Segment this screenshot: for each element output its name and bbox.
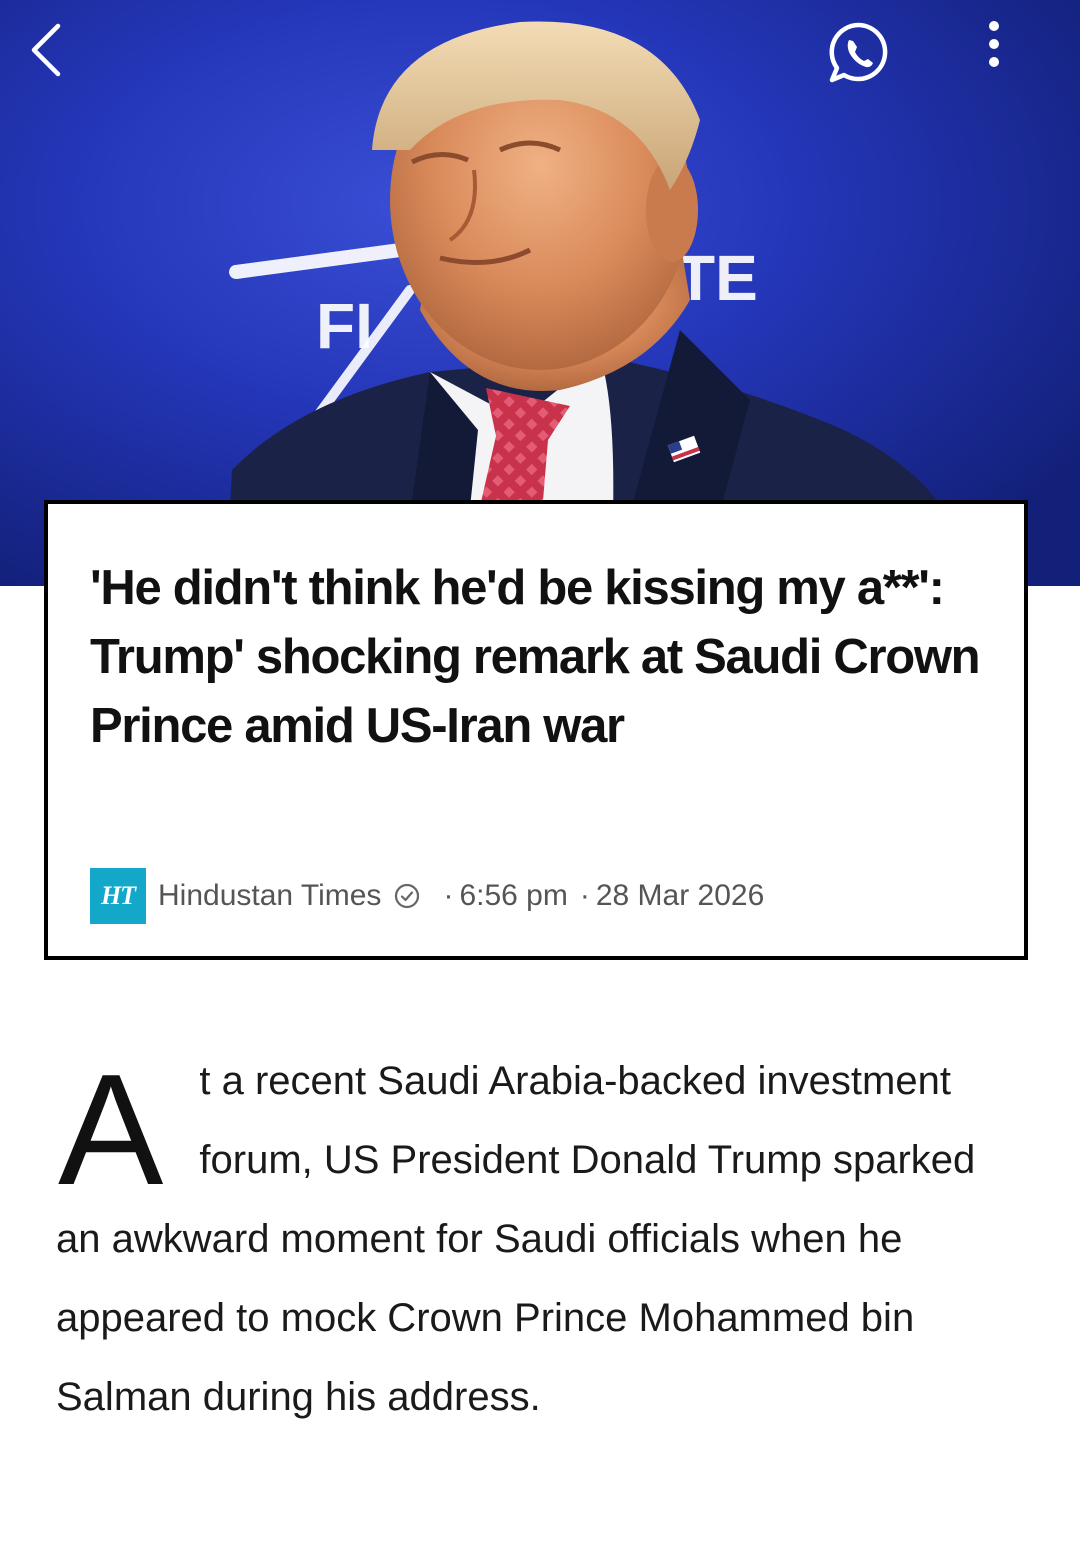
article-page: FI TE 'He didn't think he'd be kissing m… (0, 0, 1080, 1557)
article-body: At a recent Saudi Arabia-backed investme… (56, 1042, 1026, 1437)
drop-cap: A (58, 1042, 164, 1218)
article-headline: 'He didn't think he'd be kissing my a**'… (90, 561, 981, 753)
more-options-button[interactable] (984, 20, 1044, 96)
verified-check-icon (393, 882, 421, 910)
backdrop-text-left: FI (316, 290, 373, 362)
whatsapp-share-button[interactable] (826, 20, 902, 96)
publisher-name[interactable]: Hindustan Times (158, 879, 381, 913)
article-paragraph: At a recent Saudi Arabia-backed investme… (56, 1042, 1026, 1437)
headline-card: 'He didn't think he'd be kissing my a**'… (44, 500, 1028, 960)
backdrop-text-right: TE (676, 242, 758, 314)
back-button[interactable] (26, 20, 90, 96)
meta-separator: · (579, 879, 590, 912)
more-vertical-icon (989, 21, 999, 67)
hero-illustration: FI TE (226, 21, 980, 586)
hero-image: FI TE (0, 0, 1080, 586)
article-meta: HT Hindustan Times · 6:56 pm · 28 Mar 20… (90, 868, 764, 924)
paragraph-text: t a recent Saudi Arabia-backed investmen… (56, 1059, 976, 1419)
whatsapp-icon (829, 22, 888, 83)
publish-time: 6:56 pm (459, 879, 568, 912)
publish-date: 28 Mar 2026 (595, 879, 765, 912)
chevron-left-icon (31, 23, 61, 77)
meta-separator: · (443, 879, 454, 912)
publisher-logo[interactable]: HT (90, 868, 146, 924)
